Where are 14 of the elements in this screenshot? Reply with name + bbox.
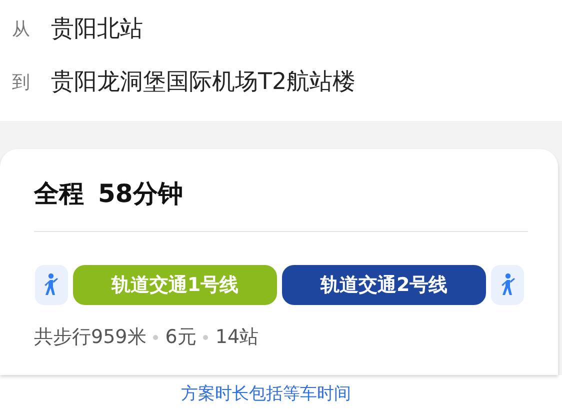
trip-stat: 共步行959米 (34, 325, 146, 350)
walking-person-icon (43, 273, 60, 297)
place-name[interactable]: 贵阳龙洞堡国际机场T2航站楼 (51, 65, 356, 100)
duration: 58分钟 (98, 178, 183, 210)
route-label: 到 (12, 71, 31, 95)
trip-stat: 14站 (215, 325, 259, 350)
total-label: 全程 (34, 178, 84, 210)
metro-line-pill: 轨道交通1号线 (72, 265, 277, 305)
trip-stat: 6元 (165, 325, 196, 350)
walking-person-icon (500, 273, 516, 297)
place-name[interactable]: 贵阳北站 (51, 12, 143, 47)
note-link[interactable]: 方案时长包括等车时间 (181, 382, 351, 408)
metro-line-pill: 轨道交通2号线 (282, 265, 486, 305)
route-label: 从 (12, 18, 31, 42)
